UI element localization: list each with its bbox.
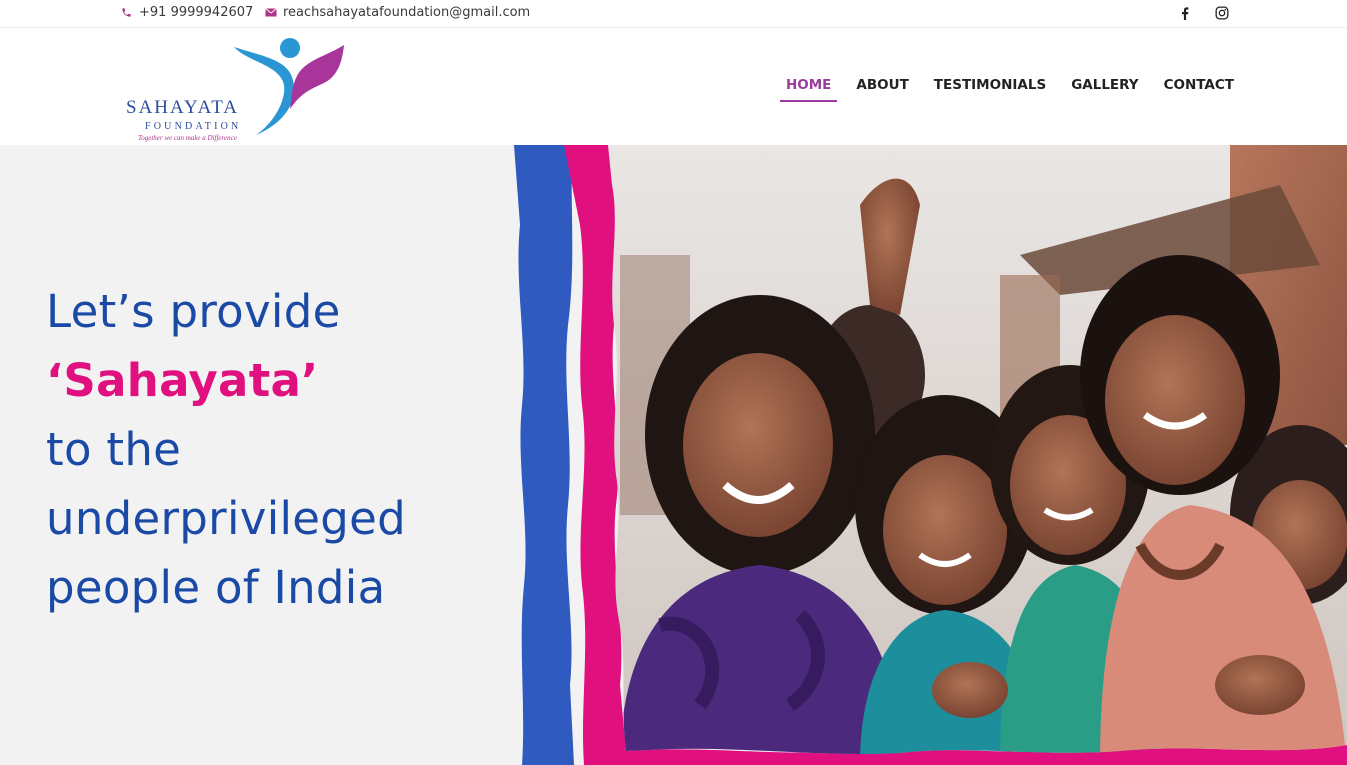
mail-icon [265, 7, 277, 18]
main-nav: HOME ABOUT TESTIMONIALS GALLERY CONTACT [761, 77, 1234, 102]
email-contact[interactable]: reachsahayatafoundation@gmail.com [265, 5, 530, 20]
headline-line-1: Let’s provide [46, 285, 341, 338]
phone-icon [121, 7, 132, 18]
instagram-icon[interactable] [1214, 5, 1230, 21]
site-header: SAHAYATA FOUNDATION Together we can make… [0, 29, 1347, 145]
phone-contact[interactable]: +91 9999942607 [121, 5, 253, 20]
headline-line-5: people of India [46, 561, 386, 614]
headline-line-4: underprivileged [46, 492, 406, 545]
nav-gallery[interactable]: GALLERY [1071, 77, 1138, 100]
site-logo[interactable]: SAHAYATA FOUNDATION Together we can make… [118, 37, 350, 142]
logo-figure-icon [234, 38, 344, 135]
hero-banner: Let’s provide ‘Sahayata’ to the underpri… [0, 145, 1347, 765]
nav-about[interactable]: ABOUT [856, 77, 908, 100]
logo-tagline: Together we can make a Difference [138, 134, 237, 142]
top-contact-bar: +91 9999942607 reachsahayatafoundation@g… [0, 0, 1347, 28]
hero-photo [500, 145, 1347, 765]
facebook-icon[interactable] [1177, 5, 1193, 21]
logo-subtitle: FOUNDATION [145, 121, 242, 132]
nav-testimonials[interactable]: TESTIMONIALS [934, 77, 1046, 100]
phone-number: +91 9999942607 [139, 5, 254, 20]
headline-line-2: ‘Sahayata’ [46, 354, 319, 407]
nav-home[interactable]: HOME [779, 77, 838, 102]
email-address: reachsahayatafoundation@gmail.com [283, 5, 531, 20]
hero-headline: Let’s provide ‘Sahayata’ to the underpri… [46, 277, 406, 622]
hero-children-image [514, 145, 1347, 765]
logo-name: SAHAYATA [126, 97, 240, 118]
headline-line-3: to the [46, 423, 182, 476]
nav-contact[interactable]: CONTACT [1164, 77, 1234, 100]
